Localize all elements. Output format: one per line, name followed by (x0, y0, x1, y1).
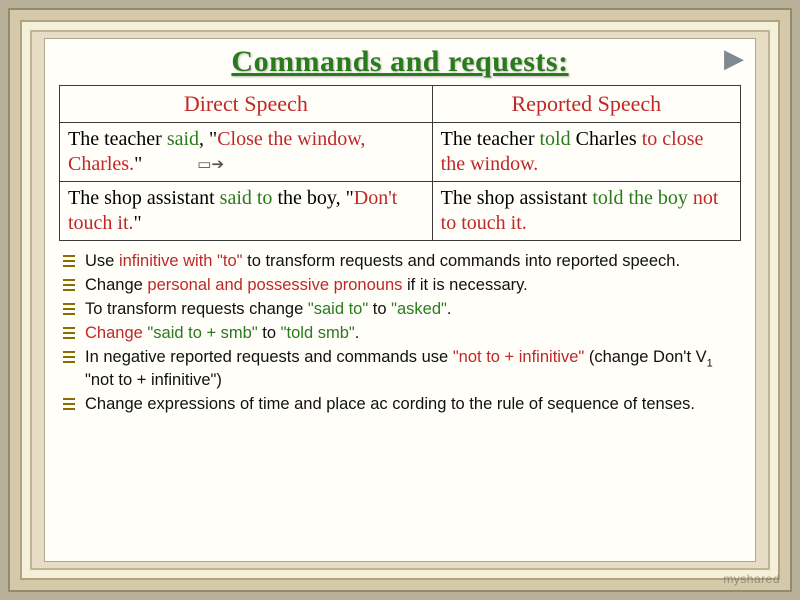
arrow-icon: ▭➔ (197, 156, 224, 175)
list-item: Change personal and possessive pronouns … (59, 275, 741, 296)
table-row: The shop assistant said to the boy, "Don… (60, 181, 741, 240)
slide-content: Commands and requests: Direct Speech Rep… (44, 38, 756, 562)
next-arrow-icon[interactable]: ▶ (724, 44, 744, 74)
list-item: In negative reported requests and comman… (59, 347, 741, 391)
table-row: The teacher said, "Close the window, Cha… (60, 122, 741, 181)
list-item: Change "said to + smb" to "told smb". (59, 323, 741, 344)
slide-title: Commands and requests: (59, 45, 741, 79)
list-item: To transform requests change "said to" t… (59, 299, 741, 320)
watermark-text: myshared (723, 572, 780, 586)
list-item: Change expressions of time and place ac … (59, 394, 741, 415)
bullet-list: Use infinitive with "to" to transform re… (59, 251, 741, 416)
cell-reported-2: The shop assistant told the boy not to t… (432, 181, 740, 240)
cell-direct-1: The teacher said, "Close the window, Cha… (60, 122, 433, 181)
header-reported: Reported Speech (432, 86, 740, 123)
table-header-row: Direct Speech Reported Speech (60, 86, 741, 123)
cell-reported-1: The teacher told Charles to close the wi… (432, 122, 740, 181)
header-direct: Direct Speech (60, 86, 433, 123)
cell-direct-2: The shop assistant said to the boy, "Don… (60, 181, 433, 240)
speech-table: Direct Speech Reported Speech The teache… (59, 85, 741, 241)
list-item: Use infinitive with "to" to transform re… (59, 251, 741, 272)
